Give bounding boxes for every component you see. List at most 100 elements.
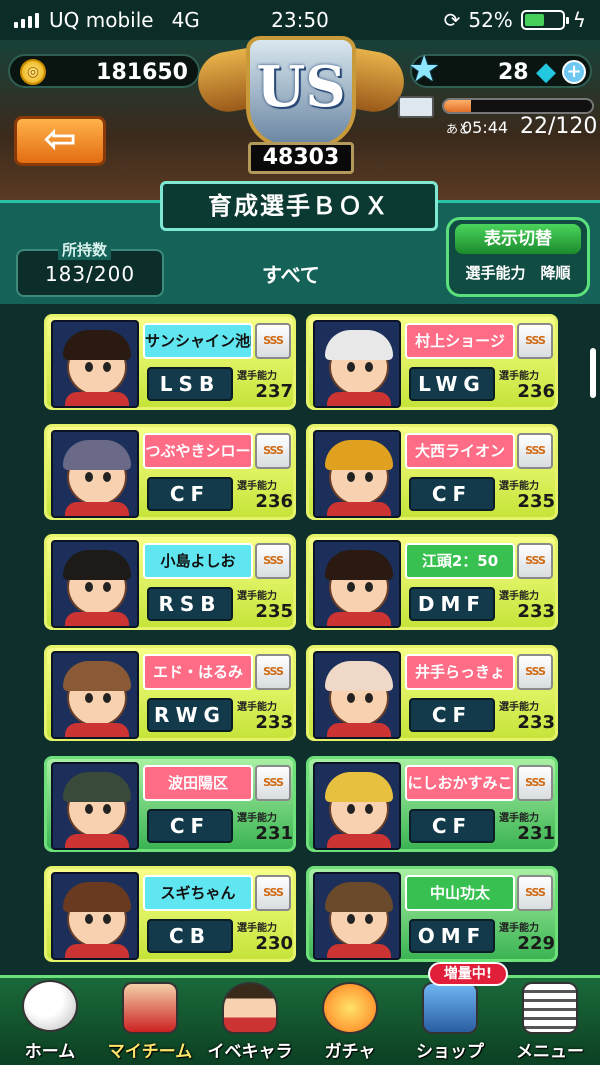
player-card[interactable]: 小島よしお SSS RSB 選手能力 235 [44, 534, 296, 630]
network-label: 4G [171, 8, 200, 32]
star-counter: ★ 28 ◆ + [408, 50, 592, 90]
gacha-icon [322, 982, 378, 1034]
player-hair [63, 440, 131, 470]
owned-count-box: 所持数 183/200 [16, 239, 164, 297]
filter-label[interactable]: すべて [262, 259, 320, 288]
nav-gacha-label: ガチャ [324, 1042, 376, 1062]
stamina-fill [444, 100, 471, 112]
player-name: 大西ライオン [405, 433, 515, 469]
nav-myteam[interactable]: マイチーム [100, 978, 200, 1065]
star-icon: ★ [408, 49, 441, 90]
player-position: RWG [147, 698, 233, 732]
nav-shop-label: ショップ [416, 1042, 484, 1062]
player-name: にしおかすみこ [405, 765, 515, 801]
player-uniform [327, 502, 391, 516]
player-card[interactable]: サンシャイン池崎SSS LSB 選手能力237 [44, 314, 296, 410]
player-portrait [313, 430, 401, 518]
rank-emblem[interactable]: US 48303 [193, 30, 409, 180]
player-eye [103, 804, 111, 814]
player-uniform [327, 612, 391, 626]
player-hair [325, 440, 393, 470]
player-portrait [313, 762, 401, 850]
player-eye [365, 472, 373, 482]
display-toggle-button[interactable]: 表示切替 選手能力 降順 [446, 217, 590, 297]
player-eye [347, 582, 355, 592]
ability-value: 236 [517, 381, 555, 402]
nav-menu[interactable]: メニュー [500, 978, 600, 1065]
player-eye [85, 582, 93, 592]
player-name: スギちゃん [143, 875, 253, 911]
rotation-lock-icon: ⟳ [443, 8, 461, 32]
player-eye [103, 472, 111, 482]
scrollbar[interactable] [590, 348, 596, 398]
owned-label: 所持数 [58, 239, 112, 260]
back-button[interactable]: ⇦ [14, 116, 106, 166]
player-uniform [65, 392, 129, 406]
ability-label: 選手能力 [237, 923, 277, 934]
rank-badge-icon: SSS [517, 875, 553, 911]
player-name: 井手らっきょ [405, 654, 515, 690]
player-card[interactable]: 井手らっきょ SSS CF 選手能力 233 [306, 645, 558, 741]
shop-badge: 増量中! [428, 962, 508, 986]
nav-home-label: ホーム [24, 1042, 76, 1062]
nav-gacha[interactable]: ガチャ [300, 978, 400, 1065]
player-card[interactable]: 大西ライオン SSS CF 選手能力 235 [306, 424, 558, 520]
player-portrait [313, 540, 401, 628]
header: ◎ 181650 US 48303 ★ 28 ◆ + あと 05:44 22/1… [0, 36, 600, 200]
player-card[interactable]: にしおかすみこ SSS CF 選手能力 231 [306, 756, 558, 852]
player-eye [365, 914, 373, 924]
player-hair [325, 550, 393, 580]
nav-event-chara[interactable]: イベキャラ [200, 978, 300, 1065]
player-card[interactable]: つぶやきシロー SSS CF 選手能力 236 [44, 424, 296, 520]
ability-label: 選手能力 [499, 371, 539, 382]
display-toggle-label: 表示切替 [455, 224, 581, 254]
player-name: 小島よしお [143, 543, 253, 579]
signal-icon [14, 12, 39, 28]
player-list[interactable]: サンシャイン池崎SSSLSB選手能力237村上ショージSSSLWG選手能力236… [0, 304, 600, 984]
player-card[interactable]: 中山功太 SSS OMF 選手能力 229 [306, 866, 558, 962]
player-position: DMF [409, 587, 495, 621]
player-portrait [51, 651, 139, 739]
player-eye [103, 693, 111, 703]
rank-badge-icon: SSS [517, 433, 553, 469]
player-uniform [65, 723, 129, 737]
player-card[interactable]: 波田陽区 SSS CF 選手能力 231 [44, 756, 296, 852]
player-portrait [51, 430, 139, 518]
player-card[interactable]: エド・はるみ SSS RWG 選手能力 233 [44, 645, 296, 741]
player-name: 波田陽区 [143, 765, 253, 801]
bottom-nav: ホーム マイチーム イベキャラ ガチャ ショップ 増量中! メニュー [0, 962, 600, 1065]
player-card[interactable]: スギちゃん SSS CB 選手能力 230 [44, 866, 296, 962]
nav-shop[interactable]: ショップ [400, 978, 500, 1065]
team-icon [122, 982, 178, 1034]
player-eye [365, 804, 373, 814]
player-hair [325, 661, 393, 691]
plus-icon[interactable]: + [562, 60, 586, 84]
player-portrait [51, 320, 139, 408]
back-arrow-icon: ⇦ [43, 116, 77, 162]
ability-label: 選手能力 [499, 813, 539, 824]
player-position: RSB [147, 587, 233, 621]
player-name: サンシャイン池崎 [143, 323, 253, 359]
player-eye [347, 693, 355, 703]
battery-percent: 52% [468, 8, 513, 32]
ability-value: 231 [255, 823, 293, 844]
coin-icon: ◎ [20, 59, 46, 85]
player-hair [325, 772, 393, 802]
box-header: 育成選手ＢＯＸ 所持数 183/200 すべて 表示切替 選手能力 降順 [0, 181, 600, 304]
player-eye [85, 362, 93, 372]
nav-home[interactable]: ホーム [0, 978, 100, 1065]
player-name: つぶやきシロー [143, 433, 253, 469]
player-card[interactable]: 村上ショージ SSS LWG 選手能力 236 [306, 314, 558, 410]
nav-myteam-label: マイチーム [107, 1042, 193, 1062]
ability-value: 230 [255, 933, 293, 954]
player-card[interactable]: 江頭2：50 SSS DMF 選手能力 233 [306, 534, 558, 630]
player-name: 中山功太 [405, 875, 515, 911]
player-portrait [313, 651, 401, 739]
battery-icon [520, 10, 569, 30]
ability-label: 選手能力 [499, 702, 539, 713]
ability-label: 選手能力 [237, 702, 277, 713]
player-position: CF [147, 477, 233, 511]
rank-points: 48303 [248, 142, 354, 174]
player-position: CB [147, 919, 233, 953]
rank-badge-icon: SSS [255, 543, 291, 579]
